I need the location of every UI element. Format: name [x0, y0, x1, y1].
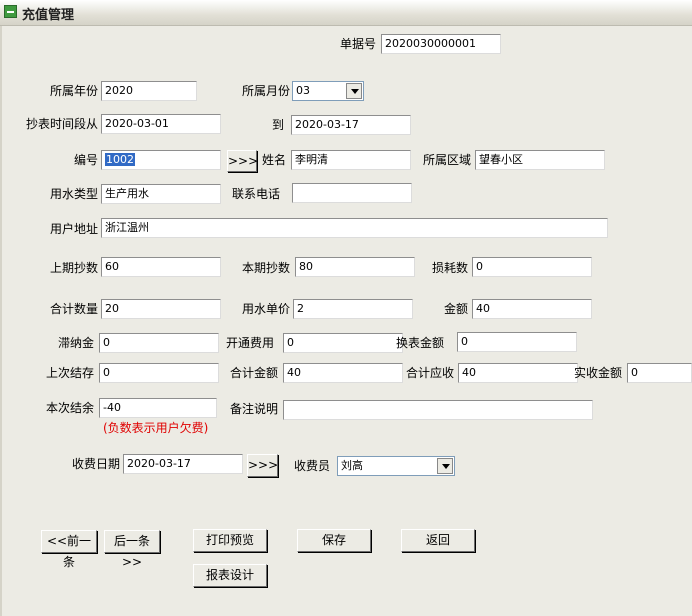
unit-price-label: 用水单价 — [241, 302, 290, 316]
last-balance-label: 上次结存 — [45, 366, 94, 380]
last-balance-field[interactable]: 0 — [99, 363, 219, 383]
title-bar: 充值管理 — [0, 0, 692, 26]
total-due-field[interactable]: 40 — [458, 363, 578, 383]
chevron-down-icon[interactable] — [437, 458, 453, 474]
month-label: 所属月份 — [241, 84, 290, 98]
total-qty-label: 合计数量 — [49, 302, 98, 316]
remark-field[interactable] — [283, 400, 593, 420]
water-type-field[interactable]: 生产用水 — [101, 184, 221, 204]
period-to-field[interactable]: 2020-03-17 — [291, 115, 411, 135]
total-due-label: 合计应收 — [405, 366, 454, 380]
loss-field[interactable]: 0 — [472, 257, 592, 277]
date-picker-button[interactable]: >>> — [247, 454, 278, 477]
late-fee-field[interactable]: 0 — [99, 333, 219, 353]
print-preview-button[interactable]: 打印预览 — [193, 529, 267, 552]
received-label: 实收金额 — [573, 366, 622, 380]
meter-change-field[interactable]: 0 — [457, 332, 577, 352]
prev-record-button[interactable]: <<前一条 — [41, 530, 97, 569]
water-type-label: 用水类型 — [49, 187, 98, 201]
current-balance-field[interactable]: -40 — [99, 398, 217, 418]
report-design-button[interactable]: 报表设计 — [193, 564, 267, 587]
amount-field[interactable]: 40 — [472, 299, 592, 319]
collapse-icon[interactable] — [4, 5, 17, 18]
unit-price-field[interactable]: 2 — [293, 299, 413, 319]
address-label: 用户地址 — [49, 222, 98, 236]
period-to-label: 到 — [272, 118, 285, 132]
total-qty-field[interactable]: 20 — [101, 299, 221, 319]
area-label: 所属区域 — [423, 153, 472, 167]
back-button[interactable]: 返回 — [401, 529, 475, 552]
total-amount-label: 合计金额 — [229, 366, 278, 380]
meter-change-label: 换表金额 — [395, 336, 444, 350]
window-title: 充值管理 — [22, 8, 75, 23]
next-record-button[interactable]: 后一条>> — [104, 530, 160, 569]
address-field[interactable]: 浙江温州 — [101, 218, 608, 238]
month-value: 03 — [296, 84, 310, 97]
total-amount-field[interactable]: 40 — [283, 363, 403, 383]
current-balance-label: 本次结余 — [45, 401, 94, 415]
open-fee-field[interactable]: 0 — [283, 333, 403, 353]
area-field[interactable]: 望春小区 — [475, 150, 605, 170]
number-field[interactable]: 1002 — [101, 150, 221, 170]
late-fee-label: 滞纳金 — [57, 336, 94, 350]
name-label: 姓名 — [262, 153, 287, 167]
amount-label: 金额 — [443, 302, 468, 316]
name-field[interactable]: 李明清 — [291, 150, 411, 170]
remark-label: 备注说明 — [229, 402, 278, 416]
period-from-label: 抄表时间段从 — [25, 117, 98, 131]
curr-reading-field[interactable]: 80 — [295, 257, 415, 277]
period-from-field[interactable]: 2020-03-01 — [101, 114, 221, 134]
prev-reading-label: 上期抄数 — [49, 261, 98, 275]
number-selected-text: 1002 — [105, 153, 135, 166]
save-button[interactable]: 保存 — [297, 529, 371, 552]
number-label: 编号 — [73, 153, 98, 167]
loss-label: 损耗数 — [431, 261, 468, 275]
negative-hint: (负数表示用户欠费) — [103, 421, 209, 435]
bill-no-field[interactable]: 2020030000001 — [381, 34, 501, 54]
phone-field[interactable] — [292, 183, 412, 203]
charge-date-field[interactable]: 2020-03-17 — [123, 454, 243, 474]
prev-reading-field[interactable]: 60 — [101, 257, 221, 277]
open-fee-label: 开通费用 — [225, 336, 274, 350]
cashier-value: 刘高 — [341, 459, 363, 472]
curr-reading-label: 本期抄数 — [241, 261, 290, 275]
month-select[interactable]: 03 — [292, 81, 364, 101]
year-label: 所属年份 — [49, 84, 98, 98]
phone-label: 联系电话 — [231, 187, 280, 201]
number-lookup-button[interactable]: >>> — [227, 150, 258, 172]
bill-no-label: 单据号 — [340, 37, 377, 51]
chevron-down-icon[interactable] — [346, 83, 362, 99]
charge-date-label: 收费日期 — [71, 457, 120, 471]
cashier-label: 收费员 — [294, 459, 331, 473]
received-field[interactable]: 0 — [627, 363, 692, 383]
cashier-select[interactable]: 刘高 — [337, 456, 455, 476]
frame-border — [0, 26, 2, 616]
year-field[interactable]: 2020 — [101, 81, 197, 101]
